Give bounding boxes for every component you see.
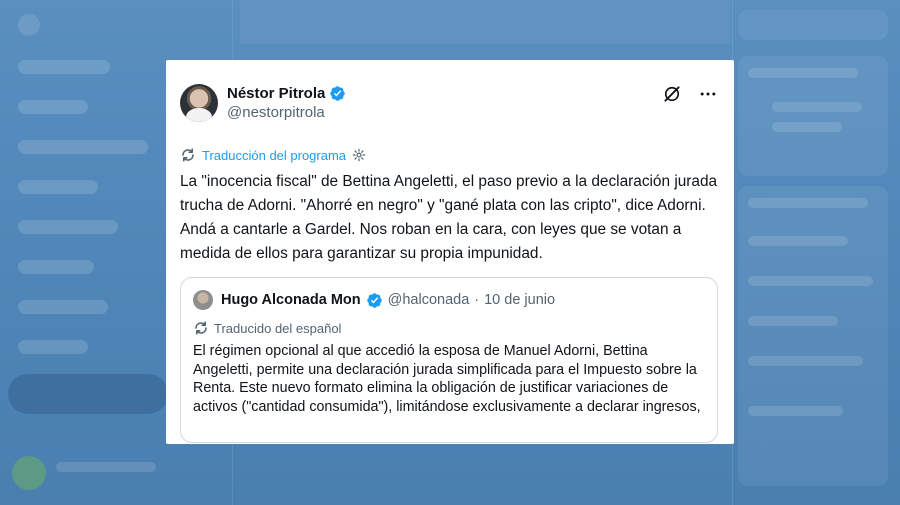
quoted-author-avatar[interactable] — [193, 290, 213, 310]
gear-icon[interactable] — [352, 148, 366, 162]
translate-icon — [193, 320, 209, 336]
blurred-nav-item — [18, 300, 108, 314]
translation-label[interactable]: Traducción del programa — [202, 148, 346, 163]
quoted-author-handle[interactable]: @halconada — [388, 292, 470, 308]
blurred-nav-item — [18, 340, 88, 354]
tweet-header: Néstor Pitrola @nestorpitrola — [180, 84, 718, 124]
blurred-account-avatar — [12, 456, 46, 490]
verified-badge-icon — [329, 85, 346, 102]
blurred-nav-item — [18, 60, 110, 74]
blurred-line — [748, 316, 838, 326]
blurred-nav-item — [18, 220, 118, 234]
quoted-tweet-header: Hugo Alconada Mon @halconada · 10 de jun… — [193, 290, 705, 310]
quoted-tweet-text: El régimen opcional al que accedió la es… — [193, 343, 701, 415]
author-avatar[interactable] — [180, 84, 218, 122]
blurred-nav-item — [18, 260, 94, 274]
blurred-right-panel — [738, 56, 888, 176]
quoted-translation-indicator: Traducido del español — [193, 320, 705, 336]
quoted-tweet[interactable]: Hugo Alconada Mon @halconada · 10 de jun… — [180, 277, 718, 443]
quoted-translation-label: Traducido del español — [214, 320, 342, 336]
quoted-separator: · — [474, 292, 480, 308]
author-info: Néstor Pitrola @nestorpitrola — [227, 84, 346, 122]
author-display-name[interactable]: Néstor Pitrola — [227, 84, 325, 103]
blurred-logo-icon — [18, 14, 40, 36]
blurred-search-box — [738, 10, 888, 40]
blurred-topbar — [240, 0, 730, 44]
blurred-right-panel — [738, 186, 888, 486]
translation-indicator[interactable]: Traducción del programa — [180, 147, 718, 163]
blurred-nav-item — [18, 140, 148, 154]
blurred-nav-item — [18, 100, 88, 114]
blurred-nav-item — [18, 180, 98, 194]
blurred-line — [772, 102, 862, 112]
blurred-line — [748, 406, 843, 416]
blurred-post-button — [8, 374, 168, 414]
blurred-line — [748, 356, 863, 366]
blurred-sidebar — [0, 0, 170, 505]
tweet-actions — [662, 84, 718, 104]
author-handle[interactable]: @nestorpitrola — [227, 103, 346, 122]
blurred-line — [748, 198, 868, 208]
blurred-line — [748, 68, 858, 78]
blurred-account-name — [56, 462, 156, 472]
verified-badge-icon — [366, 292, 383, 309]
blurred-line — [772, 122, 842, 132]
grok-icon[interactable] — [662, 84, 682, 104]
quoted-author-display-name[interactable]: Hugo Alconada Mon — [221, 292, 361, 308]
more-icon[interactable] — [698, 84, 718, 104]
tweet-text: La "inocencia fiscal" de Bettina Angelet… — [180, 173, 718, 262]
tweet-card: Néstor Pitrola @nestorpitrola Traducción… — [166, 60, 734, 444]
blurred-line — [748, 236, 848, 246]
quoted-date[interactable]: 10 de junio — [484, 292, 555, 308]
translate-icon — [180, 147, 196, 163]
blurred-line — [748, 276, 873, 286]
